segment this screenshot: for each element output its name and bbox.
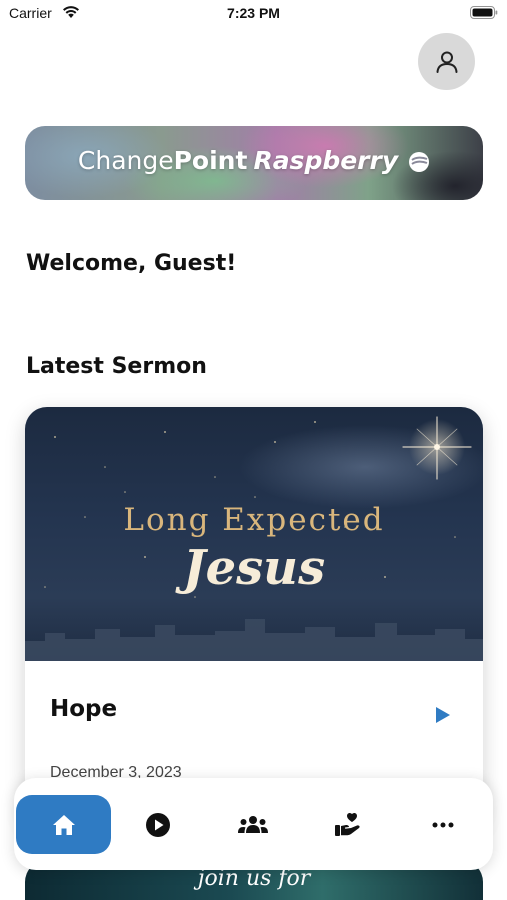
profile-button[interactable] <box>418 33 475 90</box>
banner-logo-text: ChangePoint Raspberry <box>25 146 483 175</box>
banner-text-point: Point <box>173 146 248 175</box>
latest-sermon-heading: Latest Sermon <box>26 354 207 379</box>
artwork-title-line2: Jesus <box>182 540 326 596</box>
nav-connect[interactable] <box>205 795 300 854</box>
banner-text-raspberry: Raspberry <box>253 146 399 175</box>
latest-sermon-card[interactable]: Long Expected Jesus Hope December 3, 202… <box>25 407 483 827</box>
welcome-heading: Welcome, Guest! <box>26 251 237 276</box>
church-banner: ChangePoint Raspberry <box>25 126 483 200</box>
play-icon[interactable] <box>434 705 452 725</box>
nav-give[interactable] <box>300 795 395 854</box>
sermon-artwork: Long Expected Jesus <box>25 407 483 661</box>
battery-icon <box>470 6 498 19</box>
artwork-title-line1: Long Expected <box>123 502 385 538</box>
people-icon <box>237 815 268 833</box>
bright-star-icon <box>402 416 472 480</box>
user-icon <box>436 51 457 73</box>
bottom-nav <box>14 778 493 870</box>
status-bar: Carrier 7:23 PM <box>0 0 507 28</box>
home-icon <box>52 814 75 835</box>
sermon-title: Hope <box>50 696 118 722</box>
nav-home[interactable] <box>16 795 111 854</box>
changepoint-logo-icon <box>409 152 430 172</box>
banner-text-change: Change <box>77 146 174 175</box>
clock: 7:23 PM <box>227 5 280 21</box>
city-skyline <box>25 619 483 661</box>
nav-watch[interactable] <box>110 795 205 854</box>
ellipsis-icon <box>432 822 453 827</box>
play-circle-icon <box>145 812 170 837</box>
nav-more[interactable] <box>395 795 490 854</box>
hand-heart-icon <box>334 812 360 836</box>
